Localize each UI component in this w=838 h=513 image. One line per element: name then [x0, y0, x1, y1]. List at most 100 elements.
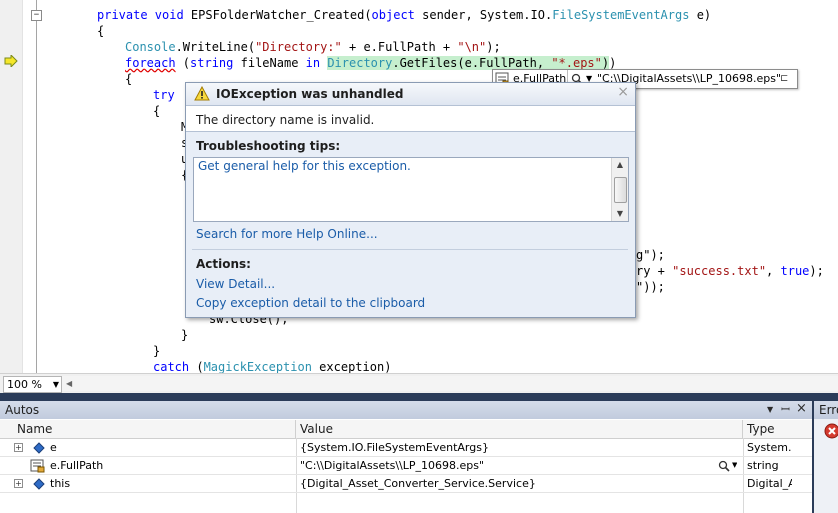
variable-value: {Digital_Asset_Converter_Service.Service…: [300, 477, 536, 490]
code-token: );: [486, 40, 501, 54]
table-row[interactable]: e.FullPath "C:\\DigitalAssets\\LP_10698.…: [0, 457, 812, 475]
code-line-5: {: [125, 71, 132, 87]
scroll-left-icon[interactable]: ◀: [66, 376, 72, 391]
code-token: in: [305, 56, 321, 70]
expand-icon[interactable]: +: [14, 443, 23, 452]
current-statement-arrow-icon: [4, 55, 18, 67]
scroll-down-icon[interactable]: ▼: [612, 207, 628, 221]
code-line-6: try: [153, 87, 175, 103]
variable-type: System.I: [747, 441, 792, 454]
view-detail-link[interactable]: View Detail...: [196, 277, 275, 291]
code-token: Directory: [327, 56, 393, 70]
code-token: e): [689, 8, 712, 22]
code-line-1: private void EPSFolderWatcher_Created(ob…: [97, 7, 711, 23]
exception-message-box: The directory name is invalid.: [186, 106, 635, 132]
general-help-link[interactable]: Get general help for this exception.: [198, 159, 411, 173]
code-token: .WriteLine(: [175, 40, 256, 54]
code-token: "*.eps": [551, 56, 602, 70]
code-token: }: [153, 344, 161, 358]
exception-assistant: IOException was unhandled × The director…: [185, 82, 636, 318]
editor-zoom-bar: 100 % ▼ ◀: [0, 373, 838, 394]
code-token: .GetFiles(e.FullPath,: [392, 56, 552, 70]
code-token: );: [809, 264, 824, 278]
code-token: try: [153, 88, 175, 102]
zoom-level: 100 %: [7, 378, 42, 391]
outlining-guide: [36, 0, 37, 373]
code-token: EPSFolderWatcher_Created(: [190, 8, 372, 22]
variable-type: string: [747, 459, 779, 472]
code-token: }: [181, 328, 189, 342]
exception-header: IOException was unhandled ×: [186, 83, 635, 106]
collapse-region-icon[interactable]: −: [31, 10, 42, 21]
code-token: ry +: [636, 264, 673, 278]
code-token: MagickException: [203, 360, 312, 373]
code-token: "success.txt": [672, 264, 767, 278]
variable-name: e.FullPath: [50, 459, 104, 472]
table-row[interactable]: + e {System.IO.FileSystemEventArgs} Syst…: [0, 439, 812, 457]
autos-title: Autos: [5, 403, 40, 417]
scroll-up-icon[interactable]: ▲: [612, 158, 628, 172]
error-icon[interactable]: [824, 423, 838, 439]
table-row[interactable]: + this {Digital_Asset_Converter_Service.…: [0, 475, 812, 493]
code-token: "Directory:": [255, 40, 342, 54]
variable-name: e: [50, 441, 57, 454]
actions-heading: Actions:: [196, 257, 251, 271]
error-list-title: Erro: [819, 403, 838, 417]
window-position-dropdown-icon[interactable]: ▼: [767, 405, 773, 414]
tips-scrollbar[interactable]: ▲ ▼: [611, 158, 628, 221]
code-token: exception): [311, 360, 392, 373]
code-token: sender, System.IO.: [414, 8, 553, 22]
code-line-12: g");: [636, 247, 665, 263]
code-token: fileName: [233, 56, 306, 70]
code-editor[interactable]: − private void EPSFolderWatcher_Created(…: [0, 0, 838, 373]
actions-divider: [192, 249, 628, 250]
error-list-window[interactable]: Erro: [812, 401, 838, 513]
error-list-titlebar: Erro: [814, 401, 838, 419]
code-line-14: "));: [636, 279, 665, 295]
copy-exception-link[interactable]: Copy exception detail to the clipboard: [196, 296, 425, 310]
code-token: g");: [636, 248, 665, 262]
zoom-dropdown[interactable]: 100 % ▼: [3, 376, 62, 393]
exception-message: The directory name is invalid.: [196, 113, 375, 127]
column-header-value[interactable]: Value: [296, 420, 743, 438]
code-token: FileSystemEventArgs: [552, 8, 690, 22]
horizontal-scrollbar[interactable]: ◀: [62, 376, 838, 391]
search-help-online-link[interactable]: Search for more Help Online...: [196, 227, 378, 241]
chevron-down-icon[interactable]: ▼: [53, 377, 59, 392]
visualizer-dropdown-icon[interactable]: ▼: [732, 457, 737, 474]
autos-column-headers: Name Value Type: [0, 420, 812, 439]
close-icon[interactable]: ×: [617, 84, 629, 100]
code-token: (: [175, 56, 191, 70]
object-variable-icon: [33, 478, 45, 490]
expand-icon[interactable]: +: [14, 479, 23, 488]
variable-value: {System.IO.FileSystemEventArgs}: [300, 441, 489, 454]
troubleshooting-tips-list[interactable]: Get general help for this exception. ▲ ▼: [193, 157, 629, 222]
code-line-3: Console.WriteLine("Directory:" + e.FullP…: [125, 39, 501, 55]
pin-icon[interactable]: ⊏: [780, 70, 788, 88]
column-header-type[interactable]: Type: [743, 420, 812, 438]
close-icon[interactable]: ×: [796, 401, 807, 416]
exception-title: IOException was unhandled: [216, 87, 404, 101]
troubleshooting-tips-heading: Troubleshooting tips:: [196, 139, 341, 153]
code-line-7: {: [153, 103, 160, 119]
variable-type: Digital_A: [747, 477, 792, 490]
code-token: string: [190, 56, 234, 70]
code-token: ): [609, 56, 617, 70]
code-token: + e.FullPath +: [341, 40, 458, 54]
code-line-2: {: [97, 23, 104, 39]
autos-window: Autos ▼ ꟷ × Name Value Type + e {System.…: [0, 401, 812, 513]
code-line-13: ry + "success.txt", true);: [636, 263, 824, 279]
code-token: (: [189, 360, 204, 373]
code-token: {: [125, 72, 133, 86]
code-token: catch: [153, 360, 190, 373]
pane-splitter[interactable]: [0, 393, 838, 401]
pin-icon[interactable]: ꟷ: [781, 402, 790, 417]
code-token: "));: [636, 280, 665, 294]
code-token: {: [97, 24, 105, 38]
scroll-thumb[interactable]: [614, 177, 627, 203]
code-token: object: [371, 8, 415, 22]
code-token: foreach: [125, 56, 176, 70]
code-token: "\n": [457, 40, 487, 54]
column-header-name[interactable]: Name: [0, 420, 296, 438]
code-token: {: [153, 104, 161, 118]
